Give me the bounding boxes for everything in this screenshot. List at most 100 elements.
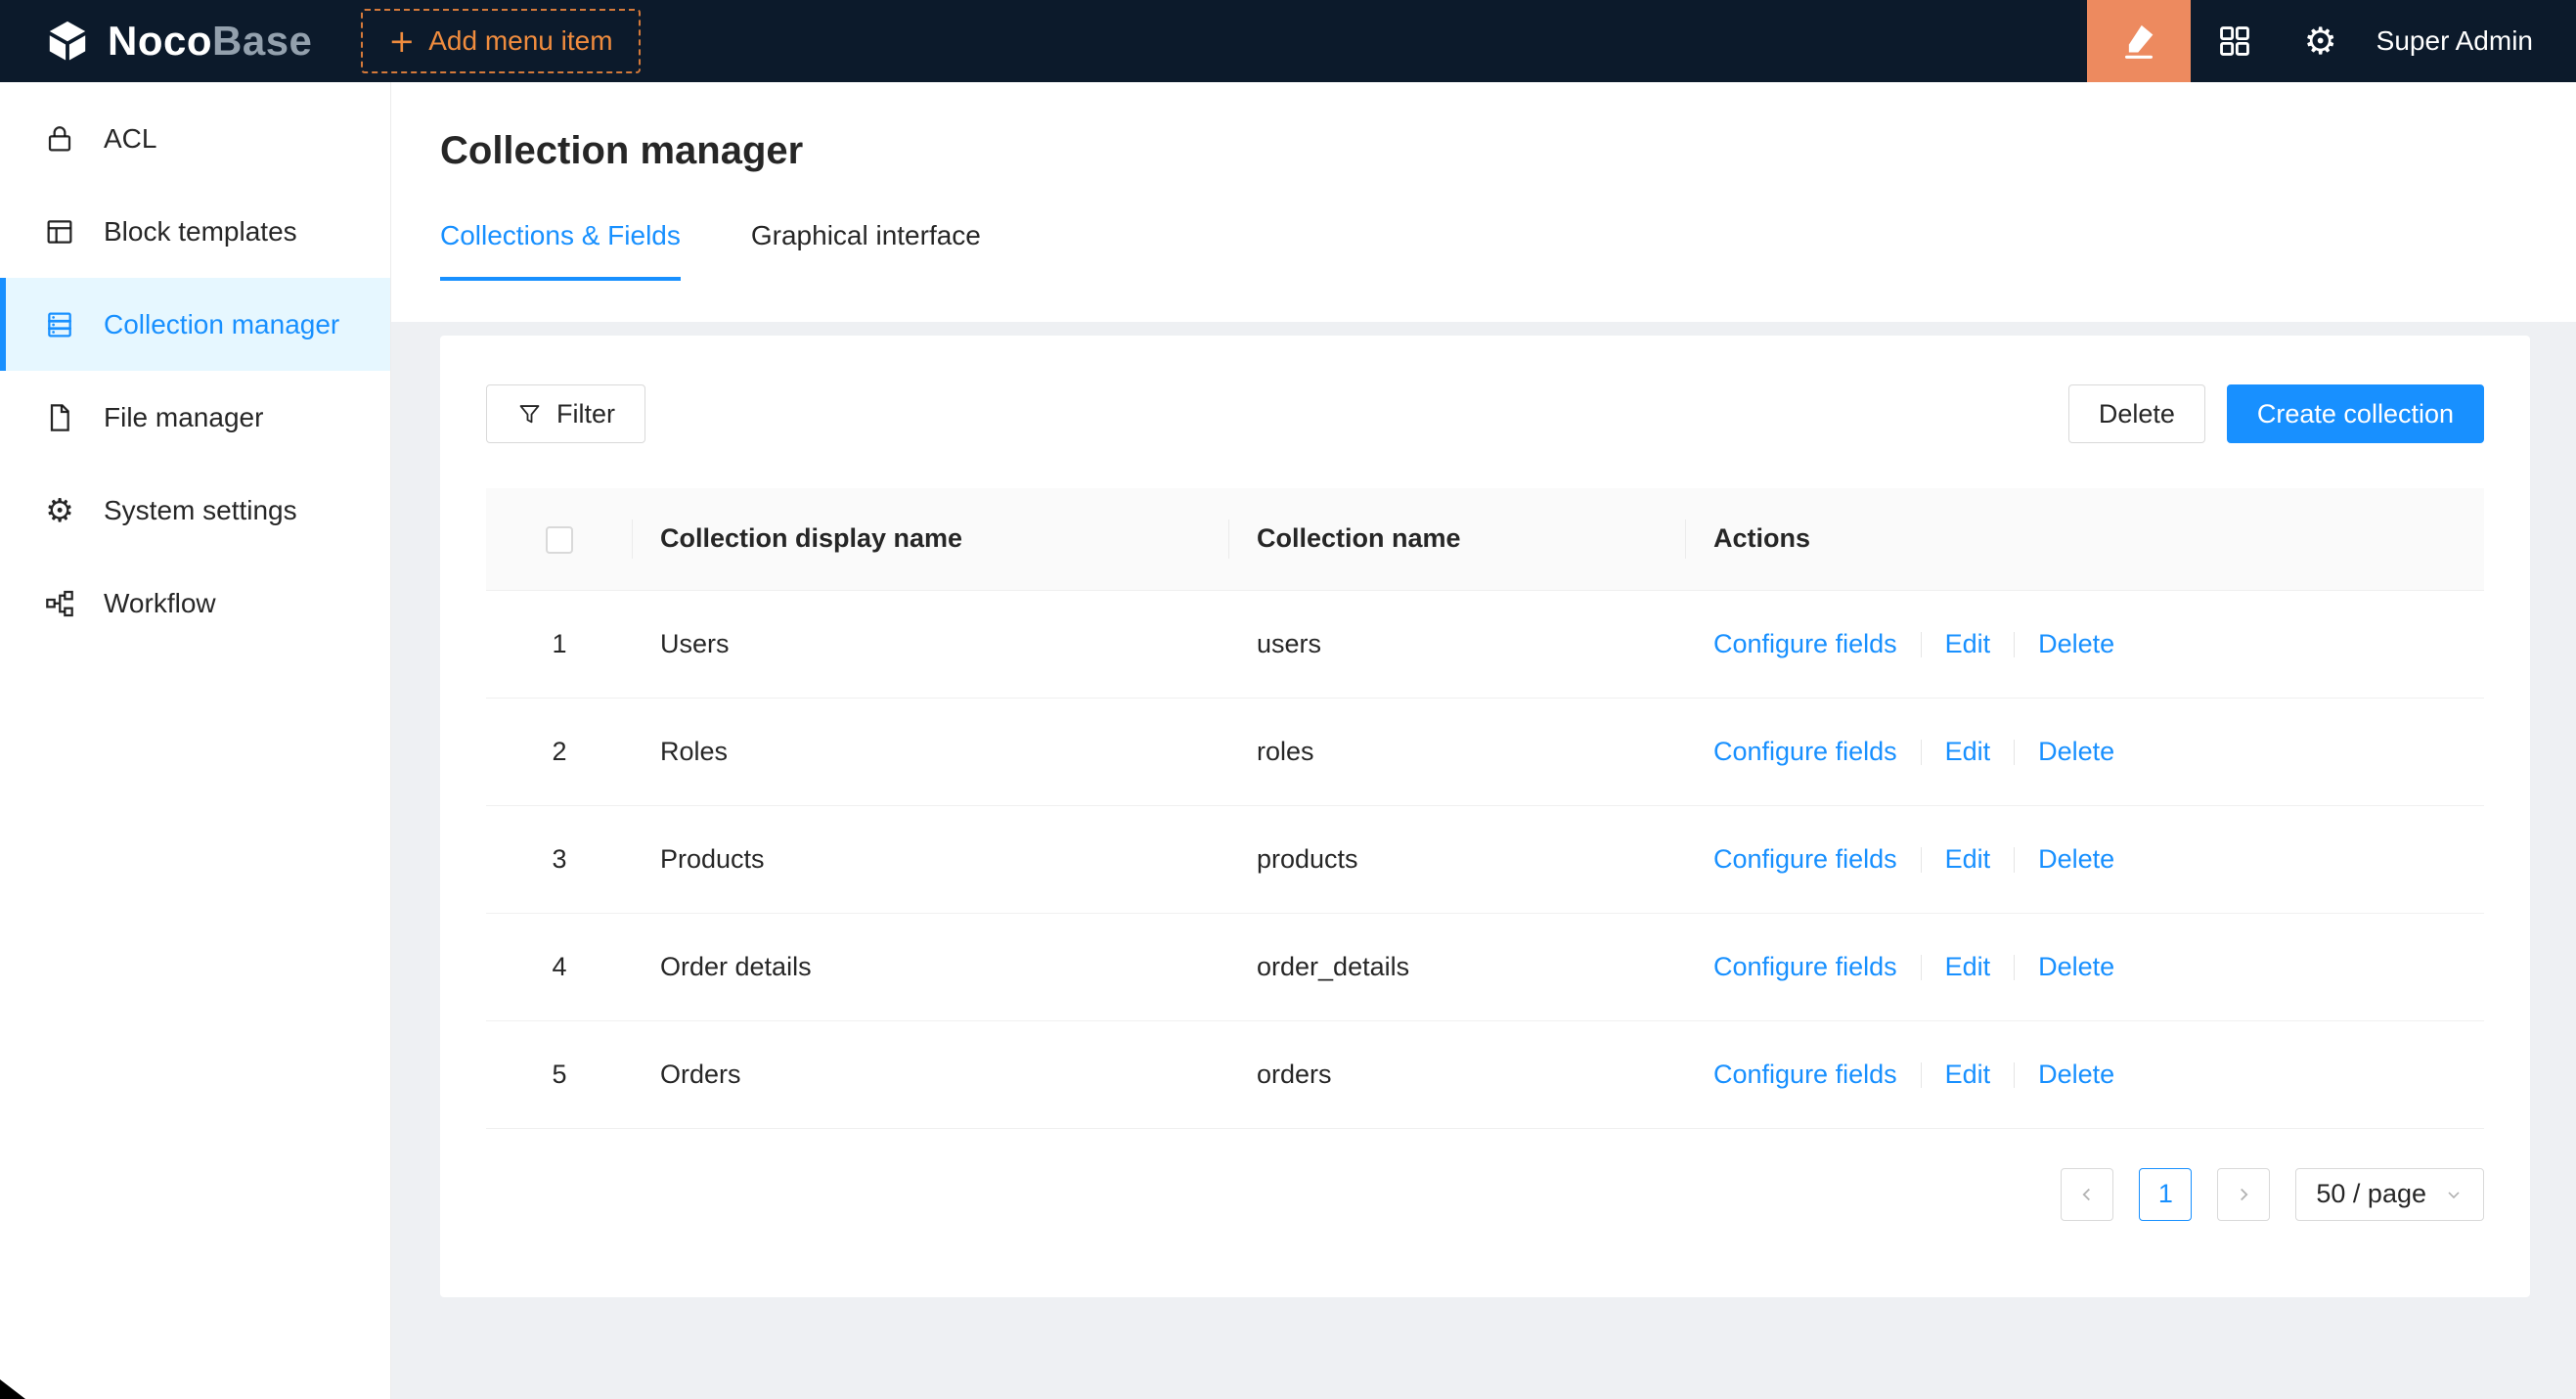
chevron-right-icon: [2233, 1184, 2254, 1205]
system-settings-button[interactable]: ⚙: [2279, 0, 2363, 82]
settings-sidebar: ACL Block templates Collection manager F…: [0, 82, 391, 1399]
configure-fields-link[interactable]: Configure fields: [1713, 844, 1897, 874]
page-size-select[interactable]: 50 / page: [2295, 1168, 2484, 1221]
sidebar-item-acl[interactable]: ACL: [0, 92, 390, 185]
add-menu-item-button[interactable]: + Add menu item: [361, 9, 640, 73]
action-divider: [1921, 632, 1922, 657]
collections-card: Filter Delete Create collection Collecti…: [440, 336, 2530, 1297]
sidebar-item-label: File manager: [104, 402, 263, 433]
next-page-button[interactable]: [2217, 1168, 2270, 1221]
file-icon: [43, 401, 76, 434]
action-divider: [1921, 1062, 1922, 1088]
table-row: 1 Users users Configure fields Edit Delete: [486, 590, 2484, 698]
plugins-button[interactable]: [2191, 0, 2279, 82]
page-title: Collection manager: [440, 129, 2527, 173]
nocobase-logo[interactable]: NocoBase: [0, 18, 312, 65]
database-icon: [43, 308, 76, 341]
configure-fields-link[interactable]: Configure fields: [1713, 737, 1897, 766]
action-divider: [2014, 740, 2015, 765]
sidebar-item-system-settings[interactable]: ⚙ System settings: [0, 464, 390, 557]
main-area: Collection manager Collections & Fields …: [391, 82, 2576, 1399]
row-index: 3: [486, 805, 633, 913]
filter-icon: [516, 401, 543, 428]
cell-display-name: Products: [633, 805, 1229, 913]
table-toolbar: Filter Delete Create collection: [486, 384, 2484, 443]
logo-text: NocoBase: [108, 18, 312, 65]
cube-logo-icon: [45, 19, 90, 64]
chevron-down-icon: [2444, 1185, 2464, 1204]
app-grid-icon: [2216, 23, 2253, 60]
highlighter-icon: [2118, 21, 2159, 62]
action-divider: [1921, 955, 1922, 980]
edit-link[interactable]: Edit: [1945, 844, 1991, 874]
cell-display-name: Order details: [633, 913, 1229, 1020]
filter-button[interactable]: Filter: [486, 384, 645, 443]
edit-link[interactable]: Edit: [1945, 952, 1991, 981]
delete-link[interactable]: Delete: [2038, 1060, 2114, 1089]
sidebar-item-collection-manager[interactable]: Collection manager: [0, 278, 390, 371]
table-row: 4 Order details order_details Configure …: [486, 913, 2484, 1020]
edit-link[interactable]: Edit: [1945, 629, 1991, 658]
sidebar-item-label: System settings: [104, 495, 297, 526]
action-divider: [2014, 1062, 2015, 1088]
gear-icon: ⚙: [2304, 23, 2337, 60]
select-all-checkbox[interactable]: [546, 526, 573, 554]
top-bar: NocoBase + Add menu item ⚙ Super Admin: [0, 0, 2576, 82]
delete-link[interactable]: Delete: [2038, 844, 2114, 874]
sidebar-item-label: Block templates: [104, 216, 297, 248]
column-header-display-name: Collection display name: [633, 488, 1229, 590]
create-collection-label: Create collection: [2257, 399, 2454, 429]
action-divider: [2014, 847, 2015, 873]
create-collection-button[interactable]: Create collection: [2227, 384, 2484, 443]
row-index: 2: [486, 698, 633, 805]
column-header-name: Collection name: [1229, 488, 1686, 590]
sidebar-item-workflow[interactable]: Workflow: [0, 557, 390, 650]
cell-display-name: Orders: [633, 1020, 1229, 1128]
delete-link[interactable]: Delete: [2038, 952, 2114, 981]
delete-button[interactable]: Delete: [2068, 384, 2205, 443]
configure-fields-link[interactable]: Configure fields: [1713, 952, 1897, 981]
prev-page-button[interactable]: [2061, 1168, 2113, 1221]
sidebar-item-file-manager[interactable]: File manager: [0, 371, 390, 464]
edit-link[interactable]: Edit: [1945, 1060, 1991, 1089]
column-header-actions: Actions: [1686, 488, 2484, 590]
table-header-row: Collection display name Collection name …: [486, 488, 2484, 590]
row-index: 1: [486, 590, 633, 698]
lock-icon: [43, 122, 76, 156]
tab-collections-fields[interactable]: Collections & Fields: [440, 220, 681, 281]
cell-name: users: [1229, 590, 1686, 698]
sidebar-item-label: Workflow: [104, 588, 216, 619]
user-menu[interactable]: Super Admin: [2376, 25, 2533, 57]
pagination: 1 50 / page: [486, 1168, 2484, 1221]
action-divider: [1921, 847, 1922, 873]
gear-icon: ⚙: [43, 494, 76, 527]
configure-fields-link[interactable]: Configure fields: [1713, 1060, 1897, 1089]
add-menu-item-label: Add menu item: [428, 25, 612, 57]
sidebar-item-block-templates[interactable]: Block templates: [0, 185, 390, 278]
edit-link[interactable]: Edit: [1945, 737, 1991, 766]
configure-fields-link[interactable]: Configure fields: [1713, 629, 1897, 658]
content-area: Filter Delete Create collection Collecti…: [391, 322, 2576, 1399]
delete-link[interactable]: Delete: [2038, 737, 2114, 766]
page-1-button[interactable]: 1: [2139, 1168, 2192, 1221]
sidebar-item-label: ACL: [104, 123, 156, 155]
action-divider: [1921, 740, 1922, 765]
table-row: 5 Orders orders Configure fieldsEditDele…: [486, 1020, 2484, 1128]
row-index: 5: [486, 1020, 633, 1128]
sidebar-item-label: Collection manager: [104, 309, 339, 340]
filter-label: Filter: [556, 399, 615, 429]
plus-icon: +: [388, 25, 415, 57]
delete-link[interactable]: Delete: [2038, 629, 2114, 658]
workflow-icon: [43, 587, 76, 620]
cell-name: products: [1229, 805, 1686, 913]
tab-graphical-interface[interactable]: Graphical interface: [751, 220, 981, 281]
cell-display-name: Users: [633, 590, 1229, 698]
ui-editor-button[interactable]: [2087, 0, 2191, 82]
action-divider: [2014, 632, 2015, 657]
cell-display-name: Roles: [633, 698, 1229, 805]
logo-secondary: Base: [212, 18, 312, 64]
cell-name: roles: [1229, 698, 1686, 805]
toolbar-right: Delete Create collection: [2068, 384, 2484, 443]
delete-label: Delete: [2099, 399, 2175, 429]
tab-bar: Collections & Fields Graphical interface: [440, 220, 2527, 281]
